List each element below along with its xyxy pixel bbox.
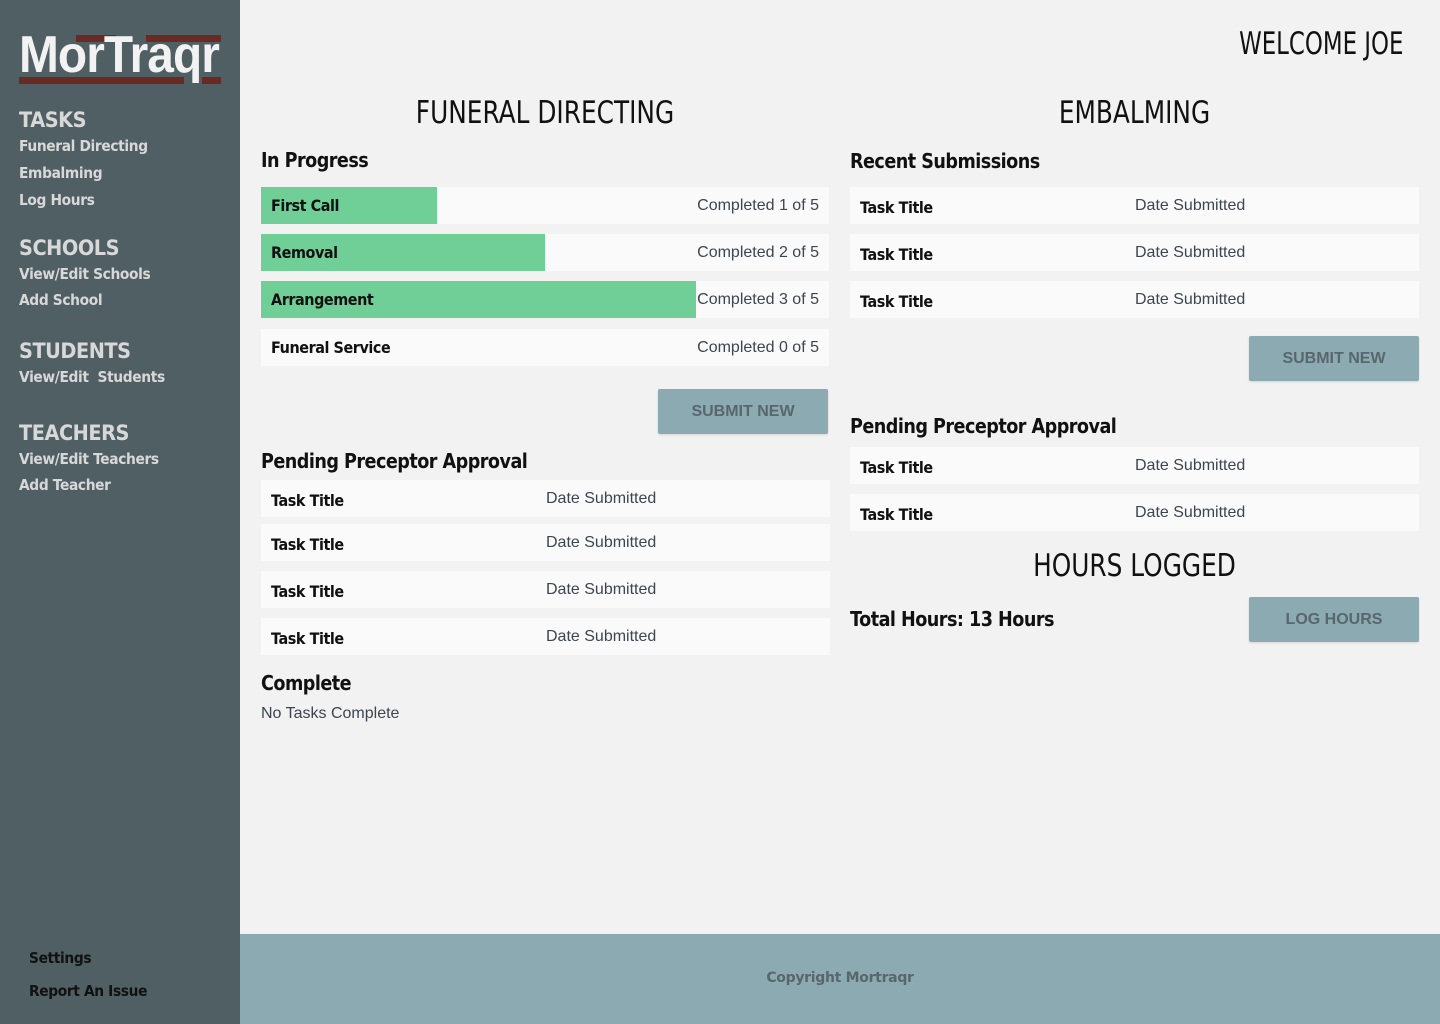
copyright-text: Copyright Mortraqr	[766, 970, 914, 986]
fd-pending-heading: Pending Preceptor Approval	[261, 449, 528, 473]
task-title: Task Title	[271, 491, 344, 510]
task-title: Task Title	[271, 582, 344, 601]
no-tasks-complete-text: No Tasks Complete	[261, 705, 400, 722]
nav-item-settings[interactable]: Settings	[29, 942, 147, 975]
recent-submissions-heading: Recent Submissions	[850, 149, 1040, 173]
task-title: Task Title	[860, 505, 933, 524]
task-row[interactable]: Task Title Date Submitted	[261, 480, 830, 517]
task-status: Completed 2 of 5	[697, 244, 819, 261]
task-row[interactable]: Task Title Date Submitted	[850, 447, 1419, 484]
hours-logged-title: HOURS LOGGED	[1033, 548, 1236, 584]
nav-item-add-school[interactable]: Add School	[19, 287, 150, 313]
footer: Copyright Mortraqr	[240, 934, 1440, 1024]
progress-row[interactable]: First Call Completed 1 of 5	[261, 187, 829, 224]
task-status: Completed 3 of 5	[697, 291, 819, 308]
welcome-message: WELCOME JOE	[1238, 26, 1403, 62]
funeral-directing-submit-new-button[interactable]: SUBMIT NEW	[658, 389, 828, 434]
date-submitted: Date Submitted	[1135, 457, 1246, 474]
task-name: Funeral Service	[271, 338, 391, 357]
progress-row[interactable]: Arrangement Completed 3 of 5	[261, 281, 829, 318]
task-title: Task Title	[860, 292, 933, 311]
date-submitted: Date Submitted	[1135, 197, 1246, 214]
embalming-title: EMBALMING	[1058, 95, 1211, 131]
nav-item-embalming[interactable]: Embalming	[19, 160, 148, 187]
task-row[interactable]: Task Title Date Submitted	[850, 494, 1419, 531]
sidebar-bottom-nav: Settings Report An Issue	[29, 942, 157, 1008]
logo[interactable]: MorTraqr	[19, 26, 221, 85]
task-name: First Call	[271, 196, 340, 215]
embalming-submit-new-button[interactable]: SUBMIT NEW	[1249, 336, 1419, 381]
nav-item-view-edit-students[interactable]: View/Edit Students	[19, 364, 165, 390]
nav-item-funeral-directing[interactable]: Funeral Directing	[19, 133, 148, 160]
sidebar: MorTraqr TASKS Funeral Directing Embalmi…	[0, 0, 240, 1024]
date-submitted: Date Submitted	[546, 490, 657, 507]
nav-heading-students: STUDENTS	[19, 339, 131, 363]
funeral-directing-title: FUNERAL DIRECTING	[415, 95, 675, 131]
nav-section-tasks: TASKS Funeral Directing Embalming Log Ho…	[19, 107, 159, 214]
task-row[interactable]: Task Title Date Submitted	[261, 524, 830, 561]
nav-heading-teachers: TEACHERS	[19, 421, 129, 445]
nav-section-schools: SCHOOLS View/Edit Schools Add School	[19, 235, 162, 313]
task-status: Completed 0 of 5	[697, 339, 819, 356]
date-submitted: Date Submitted	[1135, 504, 1246, 521]
date-submitted: Date Submitted	[546, 534, 657, 551]
task-status: Completed 1 of 5	[697, 197, 819, 214]
date-submitted: Date Submitted	[546, 628, 657, 645]
task-row[interactable]: Task Title Date Submitted	[261, 571, 830, 608]
nav-item-view-edit-schools[interactable]: View/Edit Schools	[19, 261, 151, 287]
complete-heading: Complete	[261, 671, 352, 695]
nav-heading-tasks: TASKS	[19, 108, 87, 132]
task-title: Task Title	[271, 535, 344, 554]
nav-item-log-hours[interactable]: Log Hours	[19, 187, 148, 214]
emb-pending-heading: Pending Preceptor Approval	[850, 414, 1117, 438]
log-hours-button[interactable]: LOG HOURS	[1249, 597, 1419, 642]
date-submitted: Date Submitted	[546, 581, 657, 598]
task-title: Task Title	[860, 458, 933, 477]
task-name: Arrangement	[271, 290, 374, 309]
nav-heading-schools: SCHOOLS	[19, 236, 120, 260]
date-submitted: Date Submitted	[1135, 291, 1246, 308]
task-row[interactable]: Task Title Date Submitted	[261, 618, 830, 655]
task-title: Task Title	[271, 629, 344, 648]
task-title: Task Title	[860, 245, 933, 264]
nav-item-add-teacher[interactable]: Add Teacher	[19, 472, 159, 498]
total-hours-text: Total Hours: 13 Hours	[850, 607, 1054, 631]
progress-row[interactable]: Funeral Service Completed 0 of 5	[261, 329, 829, 366]
task-row[interactable]: Task Title Date Submitted	[850, 234, 1419, 271]
task-row[interactable]: Task Title Date Submitted	[850, 187, 1419, 224]
task-row[interactable]: Task Title Date Submitted	[850, 281, 1419, 318]
task-name: Removal	[271, 243, 338, 262]
date-submitted: Date Submitted	[1135, 244, 1246, 261]
task-title: Task Title	[860, 198, 933, 217]
nav-section-students: STUDENTS View/Edit Students	[19, 338, 177, 390]
in-progress-heading: In Progress	[261, 148, 369, 172]
nav-section-teachers: TEACHERS View/Edit Teachers Add Teacher	[19, 420, 171, 498]
nav-item-report-issue[interactable]: Report An Issue	[29, 975, 147, 1008]
progress-row[interactable]: Removal Completed 2 of 5	[261, 234, 829, 271]
nav-item-view-edit-teachers[interactable]: View/Edit Teachers	[19, 446, 159, 472]
logo-text: MorTraqr	[19, 26, 220, 84]
